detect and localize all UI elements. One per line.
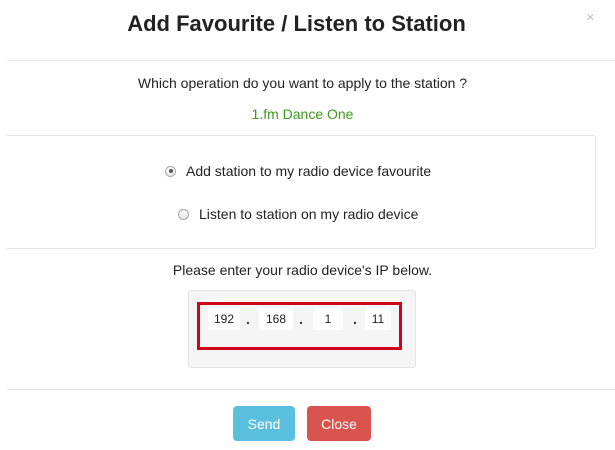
ip-octet-2[interactable] [259, 308, 293, 330]
ip-prompt: Please enter your radio device's IP belo… [172, 262, 433, 278]
ip-separator: . [353, 311, 357, 327]
add-favourite-radio[interactable] [165, 165, 176, 177]
ip-octet-4[interactable] [365, 308, 391, 330]
option-add-favourite[interactable]: Add station to my radio device favourite [165, 163, 431, 179]
footer-divider [7, 389, 615, 390]
operation-options: Add station to my radio device favourite… [7, 135, 596, 249]
listen-radio[interactable] [178, 208, 189, 220]
ip-input-panel: . . . [188, 290, 416, 368]
close-icon[interactable]: × [586, 8, 595, 28]
ip-separator: . [246, 311, 250, 327]
send-button[interactable]: Send [233, 406, 295, 441]
option-add-favourite-label: Add station to my radio device favourite [186, 163, 432, 179]
ip-separator: . [299, 311, 303, 327]
operation-question: Which operation do you want to apply to … [137, 75, 468, 91]
ip-octet-1[interactable] [208, 308, 240, 330]
header-divider [7, 60, 615, 61]
add-favourite-modal: Add Favourite / Listen to Station × Whic… [0, 0, 615, 450]
ip-octet-3[interactable] [313, 308, 343, 330]
modal-title: Add Favourite / Listen to Station [127, 11, 466, 36]
option-listen[interactable]: Listen to station on my radio device [178, 206, 418, 222]
option-listen-label: Listen to station on my radio device [199, 206, 419, 222]
station-name: 1.fm Dance One [251, 106, 354, 122]
close-button[interactable]: Close [307, 406, 371, 441]
